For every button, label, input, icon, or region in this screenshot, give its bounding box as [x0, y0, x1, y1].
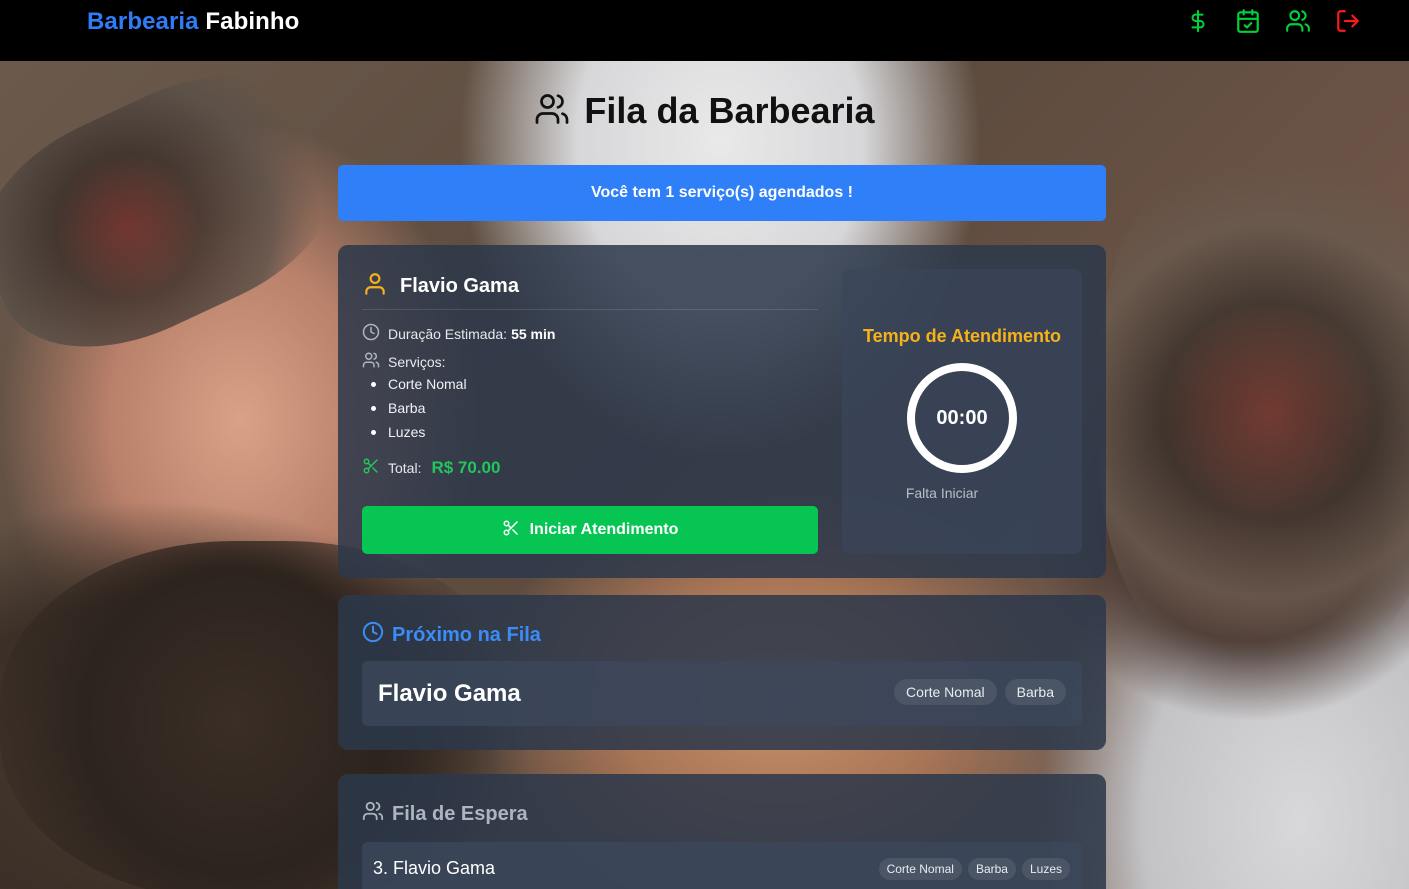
brand-part-1: Barbearia	[87, 8, 199, 35]
list-item[interactable]: 3. Flavio Gama Corte Nomal Barba Luzes	[362, 842, 1082, 889]
next-title-text: Próximo na Fila	[392, 623, 541, 646]
scissors-icon	[502, 519, 520, 542]
client-name: Flavio Gama	[400, 275, 519, 297]
logout-icon[interactable]	[1333, 8, 1363, 34]
services-list: Corte Nomal Barba Luzes	[371, 375, 467, 447]
service-tags: Corte Nomal Barba	[894, 679, 1066, 705]
total-label: Total:	[388, 459, 422, 476]
service-tags: Corte Nomal Barba Luzes	[878, 858, 1070, 880]
list-item: Barba	[371, 399, 467, 423]
users-icon	[362, 351, 380, 372]
clock-icon	[362, 323, 380, 344]
nav-icons	[1183, 8, 1363, 34]
services-row: Serviços:	[362, 351, 446, 372]
service-tag: Barba	[967, 858, 1016, 880]
duration-label: Duração Estimada:	[388, 325, 508, 342]
service-tag: Barba	[1004, 679, 1066, 705]
page-title-text: Fila da Barbearia	[584, 90, 875, 131]
start-service-button[interactable]: Iniciar Atendimento	[362, 506, 818, 554]
dollar-icon[interactable]	[1183, 8, 1213, 34]
page-title: Fila da Barbearia	[0, 90, 1409, 132]
scissors-icon	[362, 457, 380, 478]
users-icon	[362, 800, 384, 828]
service-tag: Corte Nomal	[894, 679, 997, 705]
duration-row: Duração Estimada: 55 min	[362, 323, 555, 344]
appointments-banner: Você tem 1 serviço(s) agendados !	[338, 165, 1106, 221]
service-tag: Corte Nomal	[878, 858, 962, 880]
service-tag: Luzes	[1021, 858, 1070, 880]
current-client-card: Flavio Gama Duração Estimada: 55 min Ser…	[338, 245, 1106, 578]
waiting-client-label: 3. Flavio Gama	[373, 858, 496, 878]
next-section-title: Próximo na Fila	[362, 621, 541, 649]
service-timer-panel: Tempo de Atendimento 00:00 Falta Iniciar	[842, 269, 1082, 554]
services-label: Serviços:	[388, 353, 446, 370]
top-navbar: Barbearia Fabinho	[0, 0, 1409, 61]
next-client-name: Flavio Gama	[378, 680, 521, 707]
waiting-queue-card: Fila de Espera 3. Flavio Gama Corte Noma…	[338, 774, 1106, 889]
timer-title: Tempo de Atendimento	[863, 326, 1061, 346]
list-item: Luzes	[371, 423, 467, 447]
duration-value: 55 min	[511, 325, 556, 342]
user-icon	[362, 271, 388, 302]
total-value: R$ 70.00	[431, 457, 501, 477]
client-header: Flavio Gama	[362, 271, 519, 302]
users-icon[interactable]	[1283, 8, 1313, 34]
next-in-queue-card: Próximo na Fila Flavio Gama Corte Nomal …	[338, 595, 1106, 750]
brand-part-2: Fabinho	[205, 8, 300, 35]
clock-icon	[362, 621, 384, 649]
list-item[interactable]: Flavio Gama Corte Nomal Barba	[362, 661, 1082, 726]
total-row: Total: R$ 70.00	[362, 457, 500, 478]
users-icon	[534, 91, 570, 132]
timer-ring: 00:00	[907, 363, 1017, 473]
divider	[362, 309, 818, 310]
brand-logo[interactable]: Barbearia Fabinho	[87, 8, 299, 36]
calendar-check-icon[interactable]	[1233, 8, 1263, 34]
list-item: Corte Nomal	[371, 375, 467, 399]
waiting-section-title: Fila de Espera	[362, 800, 528, 828]
waiting-title-text: Fila de Espera	[392, 802, 528, 825]
timer-value: 00:00	[936, 406, 988, 429]
start-service-label: Iniciar Atendimento	[529, 521, 679, 538]
timer-status: Falta Iniciar	[905, 485, 979, 501]
